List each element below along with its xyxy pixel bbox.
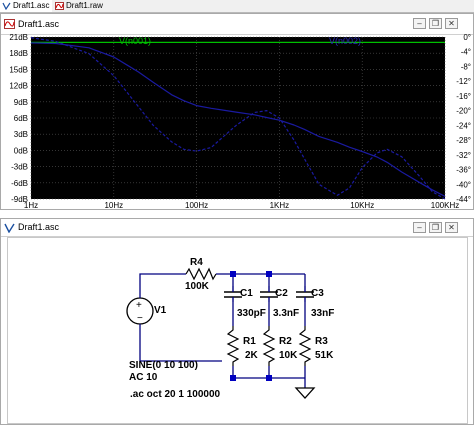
x-axis-labels: 1Hz 10Hz 100Hz 1KHz 10KHz 100KHz <box>24 201 459 209</box>
r4-value: 100K <box>185 281 210 292</box>
resistor-r2[interactable] <box>262 326 276 366</box>
voltage-source-v1[interactable]: + − <box>126 286 154 336</box>
resistor-r3[interactable] <box>298 326 312 366</box>
trace-label-vn001[interactable]: V(n001) <box>119 36 151 46</box>
left-axis-tick-label: 12dB <box>9 82 28 91</box>
right-axis-tick-label: -28° <box>456 136 471 145</box>
resistor-r4[interactable] <box>185 267 217 281</box>
left-axis-tick-label: 6dB <box>14 114 28 123</box>
r1-value: 2K <box>245 350 259 361</box>
schematic-canvas[interactable]: + − R4 100K V1 SINE(0 10 100) AC 10 C1 3… <box>7 237 468 424</box>
x-axis-tick-label: 10Hz <box>104 201 123 209</box>
left-axis-tick-label: -6dB <box>11 179 28 188</box>
schematic-drawing: + − R4 100K V1 SINE(0 10 100) AC 10 C1 3… <box>126 257 334 400</box>
left-axis-tick-label: 0dB <box>14 146 28 155</box>
tab-label: Draft1.asc <box>13 1 50 10</box>
tab-waveform[interactable]: Draft1.raw <box>53 0 105 12</box>
tab-label: Draft1.raw <box>66 1 103 10</box>
right-axis-tick-label: -16° <box>456 92 471 101</box>
schematic-window: Draft1.asc – ❐ ✕ + − R4 100K V1 SINE(0 1… <box>0 218 474 425</box>
left-axis-tick-label: 15dB <box>9 65 28 74</box>
c1-value: 330pF <box>237 308 266 319</box>
right-axis-tick-label: -24° <box>456 121 471 130</box>
left-axis-tick-label: 18dB <box>9 49 28 58</box>
c3-value: 33nF <box>311 308 334 319</box>
waveform-icon <box>4 19 15 29</box>
restore-button[interactable]: ❐ <box>429 222 442 233</box>
v1-name: V1 <box>154 305 167 316</box>
r3-name: R3 <box>315 336 328 347</box>
x-axis-tick-label: 100KHz <box>431 201 459 209</box>
left-axis-tick-label: -3dB <box>11 163 28 172</box>
svg-text:+: + <box>136 300 142 311</box>
right-axis-labels: 0° -4° -8° -12° -16° -20° -24° -28° -32° -36° -40°… <box>456 34 471 204</box>
bode-plot[interactable]: 21dB18dB15dB12dB9dB6dB3dB0dB-3dB-6dB-9dB… <box>1 34 473 209</box>
schematic-icon <box>2 2 11 10</box>
c1-name: C1 <box>240 288 253 299</box>
tab-bar: Draft1.asc Draft1.raw <box>0 0 474 13</box>
r3-value: 51K <box>315 350 334 361</box>
minimize-button[interactable]: – <box>413 18 426 29</box>
r4-name: R4 <box>190 257 203 268</box>
r1-name: R1 <box>243 336 256 347</box>
right-axis-tick-label: -20° <box>456 107 471 116</box>
plot-window-title: Draft1.asc <box>18 19 60 29</box>
close-button[interactable]: ✕ <box>445 18 458 29</box>
svg-text:−: − <box>137 313 143 324</box>
close-button[interactable]: ✕ <box>445 222 458 233</box>
right-axis-tick-label: -40° <box>456 180 471 189</box>
left-axis-labels: 21dB18dB15dB12dB9dB6dB3dB0dB-3dB-6dB-9dB <box>9 34 28 204</box>
right-axis-tick-label: -12° <box>456 77 471 86</box>
c2-name: C2 <box>275 288 288 299</box>
x-axis-tick-label: 1Hz <box>24 201 38 209</box>
waveform-icon <box>55 2 64 10</box>
tab-schematic[interactable]: Draft1.asc <box>0 0 52 12</box>
minimize-button[interactable]: – <box>413 222 426 233</box>
v1-value: SINE(0 10 100) <box>129 360 198 371</box>
left-axis-tick-label: 21dB <box>9 34 28 42</box>
schematic-window-title: Draft1.asc <box>18 222 60 232</box>
restore-button[interactable]: ❐ <box>429 18 442 29</box>
left-axis-tick-label: 3dB <box>14 130 28 139</box>
x-axis-tick-label: 10KHz <box>350 201 374 209</box>
trace-label-vn002[interactable]: V(n002) <box>329 36 361 46</box>
right-axis-tick-label: -4° <box>461 48 471 57</box>
c3-name: C3 <box>311 288 324 299</box>
x-axis-tick-label: 100Hz <box>185 201 208 209</box>
right-axis-tick-label: -36° <box>456 166 471 175</box>
ground-symbol <box>294 387 316 399</box>
spice-directive[interactable]: .ac oct 20 1 100000 <box>130 389 221 400</box>
right-axis-tick-label: 0° <box>463 34 471 42</box>
plot-window-titlebar: Draft1.asc – ❐ ✕ <box>1 14 473 35</box>
schematic-window-titlebar: Draft1.asc – ❐ ✕ <box>1 219 473 237</box>
schematic-icon <box>4 223 15 233</box>
c2-value: 3.3nF <box>273 308 299 319</box>
right-axis-tick-label: -8° <box>461 62 471 71</box>
r2-value: 10K <box>279 350 298 361</box>
right-axis-tick-label: -32° <box>456 151 471 160</box>
left-axis-tick-label: 9dB <box>14 98 28 107</box>
v1-ac: AC 10 <box>129 372 158 383</box>
r2-name: R2 <box>279 336 292 347</box>
x-axis-tick-label: 1KHz <box>270 201 290 209</box>
plot-window: Draft1.asc – ❐ ✕ 21dB 18dB 15dB 12dB 9dB 6dB 3… <box>0 13 474 210</box>
resistor-r1[interactable] <box>226 326 240 366</box>
